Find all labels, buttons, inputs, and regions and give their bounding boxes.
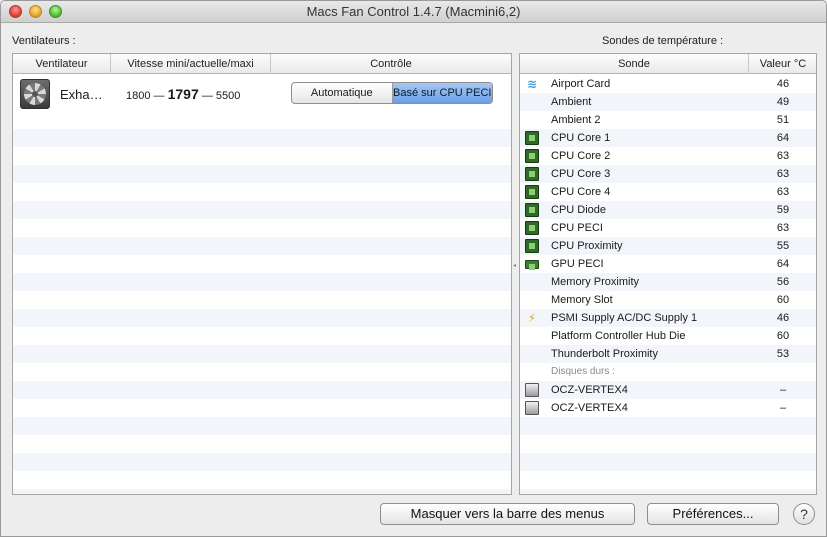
control-sensor-based-button[interactable]: Basé sur CPU PECI (392, 83, 492, 103)
sensor-name: CPU Diode (551, 204, 607, 216)
table-row[interactable]: CPU PECI 63 (520, 219, 816, 237)
table-row[interactable]: ≋ Airport Card 46 (520, 75, 816, 93)
sensor-value: 56 (776, 276, 790, 288)
gpu-card-icon (525, 260, 539, 270)
hard-disk-icon (525, 401, 539, 415)
table-row[interactable]: Memory Proximity 56 (520, 273, 816, 291)
sensor-name: OCZ-VERTEX4 (551, 384, 628, 396)
column-header-control[interactable]: Contrôle (271, 54, 511, 74)
sensor-name: CPU Core 1 (551, 132, 611, 144)
help-button[interactable]: ? (793, 503, 815, 525)
cpu-chip-icon (525, 131, 539, 145)
hide-to-menu-bar-button[interactable]: Masquer vers la barre des menus (380, 503, 635, 525)
sensors-table-header: Sonde Valeur °C (520, 54, 816, 74)
sensor-value: 59 (776, 204, 790, 216)
column-header-fan[interactable]: Ventilateur (13, 54, 111, 74)
sensor-group-header: Disques durs : (520, 363, 816, 381)
title-bar[interactable]: Macs Fan Control 1.4.7 (Macmini6,2) (1, 1, 826, 23)
cpu-chip-icon (525, 221, 539, 235)
table-row[interactable]: Ambient 2 51 (520, 111, 816, 129)
cpu-chip-icon (525, 149, 539, 163)
column-header-speed[interactable]: Vitesse mini/actuelle/maxi (111, 54, 271, 74)
table-row[interactable]: OCZ-VERTEX4 – (520, 381, 816, 399)
table-row[interactable]: ⚡ PSMI Supply AC/DC Supply 1 46 (520, 309, 816, 327)
sensor-name: Ambient 2 (551, 114, 601, 126)
fans-section-label: Ventilateurs : (12, 35, 76, 47)
cpu-chip-icon (525, 185, 539, 199)
fans-table-header: Ventilateur Vitesse mini/actuelle/maxi C… (13, 54, 511, 74)
fan-name: Exha… (60, 87, 103, 102)
sensor-value: – (779, 384, 787, 396)
disks-group-label: Disques durs : (551, 366, 615, 377)
app-window: Macs Fan Control 1.4.7 (Macmini6,2) Vent… (0, 0, 827, 537)
power-bolt-icon: ⚡ (527, 311, 537, 325)
cpu-chip-icon (525, 167, 539, 181)
sensor-value: 51 (776, 114, 790, 126)
sensor-value: 46 (776, 312, 790, 324)
column-header-sensor[interactable]: Sonde (520, 54, 749, 74)
fans-table-body (13, 75, 511, 494)
sensor-value: 63 (776, 186, 790, 198)
fan-speed-current: 1797 (167, 86, 199, 102)
sensor-name: Memory Proximity (551, 276, 640, 288)
table-row[interactable]: CPU Diode 59 (520, 201, 816, 219)
sensor-name: PSMI Supply AC/DC Supply 1 (551, 312, 698, 324)
sensor-value: 60 (776, 330, 790, 342)
window-title: Macs Fan Control 1.4.7 (Macmini6,2) (306, 4, 521, 19)
sensor-value: 55 (776, 240, 790, 252)
table-row[interactable]: CPU Core 1 64 (520, 129, 816, 147)
sensor-value: 53 (776, 348, 790, 360)
table-row[interactable]: Memory Slot 60 (520, 291, 816, 309)
table-row[interactable]: GPU PECI 64 (520, 255, 816, 273)
sensor-name: CPU Core 2 (551, 150, 611, 162)
sensor-name: Airport Card (551, 78, 611, 90)
sensor-value: 63 (776, 150, 790, 162)
fan-control-segmented[interactable]: Automatique Basé sur CPU PECI (291, 82, 493, 104)
sensor-name: Memory Slot (551, 294, 613, 306)
fans-table[interactable]: Ventilateur Vitesse mini/actuelle/maxi C… (12, 53, 512, 495)
sensor-value: 46 (776, 78, 790, 90)
sensor-name: CPU Core 3 (551, 168, 611, 180)
sensor-name: Thunderbolt Proximity (551, 348, 658, 360)
fan-speed-max: 5500 (215, 90, 241, 102)
fan-speed-min: 1800 (126, 90, 151, 102)
sensor-value: 63 (776, 168, 790, 180)
table-row[interactable]: CPU Proximity 55 (520, 237, 816, 255)
fan-icon (20, 79, 50, 109)
fan-speed: 1800 — 1797 — 5500 (126, 86, 240, 102)
sensor-name: Platform Controller Hub Die (551, 330, 686, 342)
sensor-name: CPU PECI (551, 222, 603, 234)
hard-disk-icon (525, 383, 539, 397)
sensor-value: – (779, 402, 787, 414)
table-row[interactable]: CPU Core 2 63 (520, 147, 816, 165)
table-row[interactable]: Exha… 1800 — 1797 — 5500 Automatique Bas… (13, 75, 511, 113)
sensors-table[interactable]: Sonde Valeur °C ≋ Airport Card 46 Ambient 49… (519, 53, 817, 495)
sensor-value: 60 (776, 294, 790, 306)
preferences-button[interactable]: Préférences... (647, 503, 779, 525)
sensor-name: Ambient (551, 96, 592, 108)
control-automatic-button[interactable]: Automatique (292, 83, 393, 103)
sensor-name: GPU PECI (551, 258, 604, 270)
table-row[interactable]: OCZ-VERTEX4 – (520, 399, 816, 417)
table-row[interactable]: Platform Controller Hub Die 60 (520, 327, 816, 345)
table-row[interactable]: CPU Core 4 63 (520, 183, 816, 201)
sensor-value: 64 (776, 132, 790, 144)
table-row[interactable]: Ambient 49 (520, 93, 816, 111)
sensor-value: 64 (776, 258, 790, 270)
column-header-value[interactable]: Valeur °C (749, 54, 816, 74)
table-row[interactable]: Thunderbolt Proximity 53 (520, 345, 816, 363)
cpu-chip-icon (525, 239, 539, 253)
sensor-value: 49 (776, 96, 790, 108)
sensor-value: 63 (776, 222, 790, 234)
cpu-chip-icon (525, 203, 539, 217)
table-row[interactable]: CPU Core 3 63 (520, 165, 816, 183)
sensors-section-label: Sondes de température : (602, 35, 724, 47)
sensor-name: OCZ-VERTEX4 (551, 402, 628, 414)
sensor-name: CPU Core 4 (551, 186, 611, 198)
wifi-icon: ≋ (526, 77, 538, 91)
speed-separator: — (201, 90, 213, 102)
sensor-name: CPU Proximity (551, 240, 623, 252)
speed-separator: — (153, 90, 165, 102)
